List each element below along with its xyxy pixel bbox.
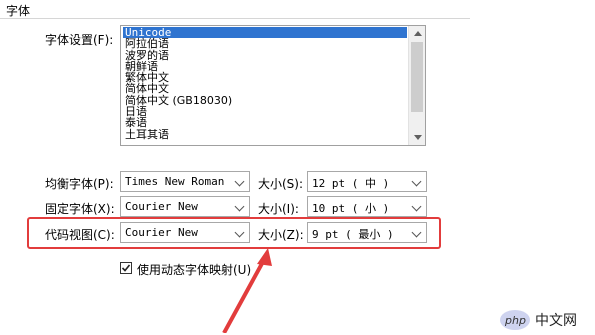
section-divider	[0, 18, 470, 19]
list-item-japanese[interactable]: 日语	[123, 106, 407, 118]
proportional-size-value: 12 pt ( 中 )	[312, 177, 390, 190]
fixed-font-value: Courier New	[125, 200, 198, 213]
fixed-font-label: 固定字体(X):	[45, 202, 115, 216]
list-item-turkish[interactable]: 土耳其语	[123, 128, 407, 140]
section-title: 字体	[6, 4, 31, 18]
list-item-thai[interactable]: 泰语	[123, 117, 407, 129]
list-item-arabic[interactable]: 阿拉伯语	[123, 38, 407, 50]
dynamic-font-mapping-checkbox[interactable]	[120, 262, 132, 274]
proportional-font-label: 均衡字体(P):	[45, 177, 114, 191]
font-settings-listbox[interactable]: Unicode 阿拉伯语 波罗的语 朝鲜语 繁体中文 简体中文 简体中文 (GB…	[120, 25, 426, 146]
fixed-size-select[interactable]: 10 pt ( 小 )	[307, 196, 427, 217]
list-scrollbar[interactable]	[408, 26, 425, 145]
arrow-down-icon	[414, 135, 422, 140]
list-item-simplified-chinese-gb18030[interactable]: 简体中文 (GB18030)	[123, 94, 407, 106]
checkmark-icon	[121, 264, 131, 272]
watermark-site: 中文网	[535, 313, 577, 329]
fixed-font-select[interactable]: Courier New	[120, 196, 250, 217]
watermark-brand: php	[504, 314, 526, 327]
php-logo-icon: php 中文网	[500, 310, 577, 330]
watermark-logo: php 中文网	[499, 308, 589, 330]
chevron-down-icon	[234, 176, 245, 187]
chevron-down-icon	[411, 176, 422, 187]
scroll-up-button[interactable]	[409, 26, 426, 41]
font-settings-label: 字体设置(F):	[45, 33, 114, 47]
scroll-thumb[interactable]	[411, 42, 423, 112]
annotation-arrow-icon	[222, 248, 272, 333]
fixed-size-label: 大小(I):	[258, 202, 299, 216]
scroll-down-button[interactable]	[409, 130, 426, 145]
proportional-font-value: Times New Roman	[125, 175, 225, 188]
font-settings-list-items: Unicode 阿拉伯语 波罗的语 朝鲜语 繁体中文 简体中文 简体中文 (GB…	[123, 27, 407, 140]
fixed-size-value: 10 pt ( 小 )	[312, 202, 390, 215]
proportional-font-select[interactable]: Times New Roman	[120, 171, 250, 192]
list-item-baltic[interactable]: 波罗的语	[123, 49, 407, 61]
chevron-down-icon	[234, 201, 245, 212]
arrow-up-icon	[414, 31, 422, 36]
chevron-down-icon	[411, 201, 422, 212]
proportional-size-select[interactable]: 12 pt ( 中 )	[307, 171, 427, 192]
proportional-size-label: 大小(S):	[258, 177, 304, 191]
